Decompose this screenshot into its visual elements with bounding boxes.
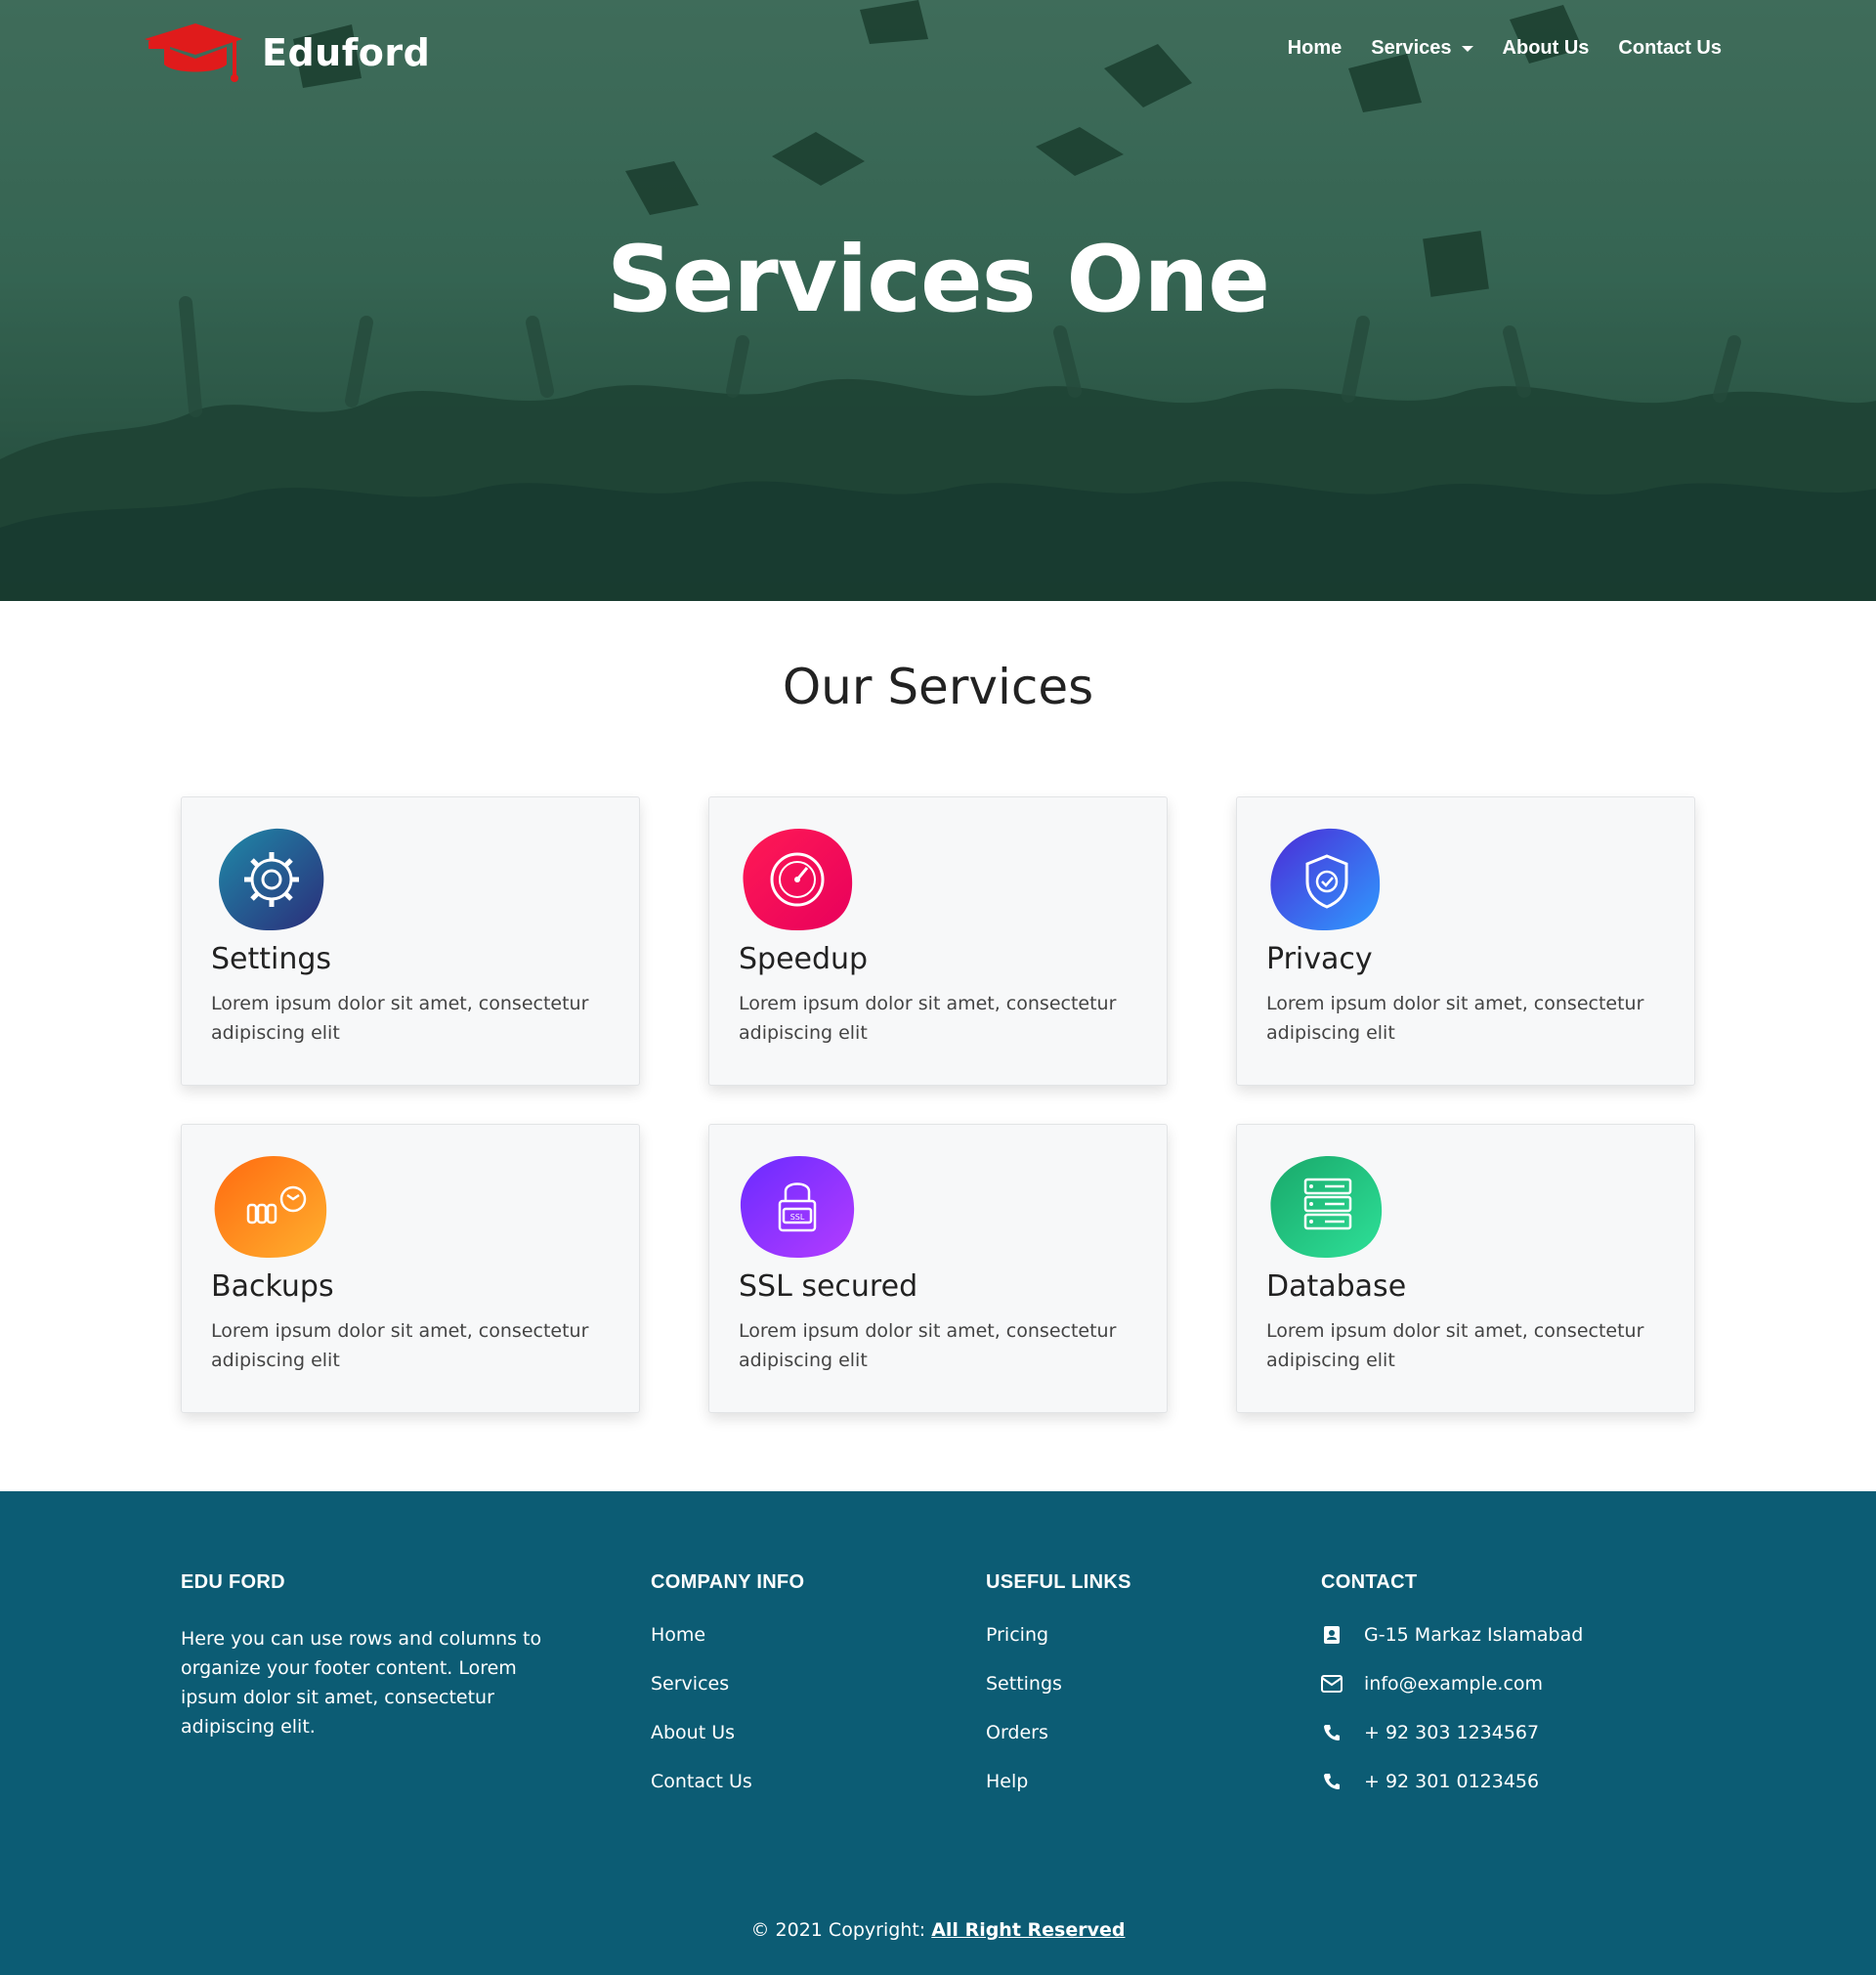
envelope-icon xyxy=(1321,1673,1343,1695)
footer-link-orders[interactable]: Orders xyxy=(986,1722,1048,1743)
phone-icon xyxy=(1321,1771,1343,1792)
graduation-cap-logo-icon xyxy=(145,23,242,82)
service-card-backups: Backups Lorem ipsum dolor sit amet, cons… xyxy=(181,1124,640,1413)
hero-banner: Eduford Home Services About Us Contact U… xyxy=(0,0,1876,601)
contact-address: G-15 Markaz Islamabad xyxy=(1321,1624,1583,1646)
caret-down-icon xyxy=(1461,45,1473,52)
footer-link-help[interactable]: Help xyxy=(986,1771,1028,1792)
nav-services-label: Services xyxy=(1371,37,1452,59)
footer-useful-heading: USEFUL LINKS xyxy=(986,1571,1131,1593)
service-title: Privacy xyxy=(1266,942,1373,976)
service-description: Lorem ipsum dolor sit amet, consectetur … xyxy=(739,993,1117,1044)
service-card-ssl-secured: SSL SSL secured Lorem ipsum dolor sit am… xyxy=(708,1124,1168,1413)
service-title: Settings xyxy=(211,942,332,976)
hero-title: Services One xyxy=(606,227,1270,333)
service-description: Lorem ipsum dolor sit amet, consectetur … xyxy=(1266,993,1644,1044)
service-card-settings: Settings Lorem ipsum dolor sit amet, con… xyxy=(181,796,640,1086)
svg-text:SSL: SSL xyxy=(790,1213,805,1222)
brand-name: Eduford xyxy=(262,31,431,74)
nav-services-dropdown[interactable]: Services xyxy=(1371,37,1473,60)
site-footer: EDU FORD Here you can use rows and colum… xyxy=(0,1491,1876,1975)
copyright-link[interactable]: All Right Reserved xyxy=(931,1919,1125,1941)
contact-phone-1-text[interactable]: + 92 303 1234567 xyxy=(1364,1722,1539,1743)
contact-email: info@example.com xyxy=(1321,1673,1543,1695)
footer-link-pricing[interactable]: Pricing xyxy=(986,1624,1048,1646)
contact-phone-2-text[interactable]: + 92 301 0123456 xyxy=(1364,1771,1539,1792)
ssl-lock-icon: SSL xyxy=(740,1156,855,1258)
service-title: Backups xyxy=(211,1269,334,1304)
service-title: Speedup xyxy=(739,942,869,976)
brand[interactable]: Eduford xyxy=(145,21,430,84)
service-card-privacy: Privacy Lorem ipsum dolor sit amet, cons… xyxy=(1236,796,1695,1086)
contact-email-text[interactable]: info@example.com xyxy=(1364,1673,1543,1695)
phone-icon xyxy=(1321,1722,1343,1743)
service-description: Lorem ipsum dolor sit amet, consectetur … xyxy=(1266,1320,1644,1371)
footer-about-text: Here you can use rows and columns to org… xyxy=(181,1628,542,1738)
copyright: © 2021 Copyright: All Right Reserved xyxy=(0,1919,1876,1941)
navbar: Eduford Home Services About Us Contact U… xyxy=(0,0,1876,107)
contact-address-text: G-15 Markaz Islamabad xyxy=(1364,1624,1584,1646)
address-book-icon xyxy=(1321,1624,1343,1646)
backup-icon xyxy=(214,1156,327,1258)
footer-link-services[interactable]: Services xyxy=(651,1673,729,1695)
footer-company-heading: COMPANY INFO xyxy=(651,1571,805,1593)
service-title: SSL secured xyxy=(739,1269,918,1304)
service-description: Lorem ipsum dolor sit amet, consectetur … xyxy=(211,1320,589,1371)
nav-contact[interactable]: Contact Us xyxy=(1618,37,1722,60)
copyright-text: © 2021 Copyright: xyxy=(750,1919,932,1941)
service-card-database: Database Lorem ipsum dolor sit amet, con… xyxy=(1236,1124,1695,1413)
service-description: Lorem ipsum dolor sit amet, consectetur … xyxy=(739,1320,1117,1371)
contact-phone-2: + 92 301 0123456 xyxy=(1321,1771,1539,1792)
footer-link-about[interactable]: About Us xyxy=(651,1722,735,1743)
service-description: Lorem ipsum dolor sit amet, consectetur … xyxy=(211,993,589,1044)
footer-link-settings[interactable]: Settings xyxy=(986,1673,1062,1695)
service-title: Database xyxy=(1266,1269,1407,1304)
services-section-title: Our Services xyxy=(782,659,1094,715)
database-icon xyxy=(1270,1156,1383,1258)
footer-link-home[interactable]: Home xyxy=(651,1624,705,1646)
speedometer-icon xyxy=(743,829,853,930)
nav-about[interactable]: About Us xyxy=(1503,37,1590,60)
contact-phone-1: + 92 303 1234567 xyxy=(1321,1722,1539,1743)
main-nav: Home Services About Us Contact Us xyxy=(1288,37,1722,60)
gear-icon xyxy=(219,828,324,930)
nav-home[interactable]: Home xyxy=(1288,37,1343,60)
service-card-speedup: Speedup Lorem ipsum dolor sit amet, cons… xyxy=(708,796,1168,1086)
footer-about-heading: EDU FORD xyxy=(181,1571,285,1593)
footer-link-contact[interactable]: Contact Us xyxy=(651,1771,752,1792)
footer-contact-heading: CONTACT xyxy=(1321,1571,1418,1593)
shield-check-icon xyxy=(1270,828,1381,930)
